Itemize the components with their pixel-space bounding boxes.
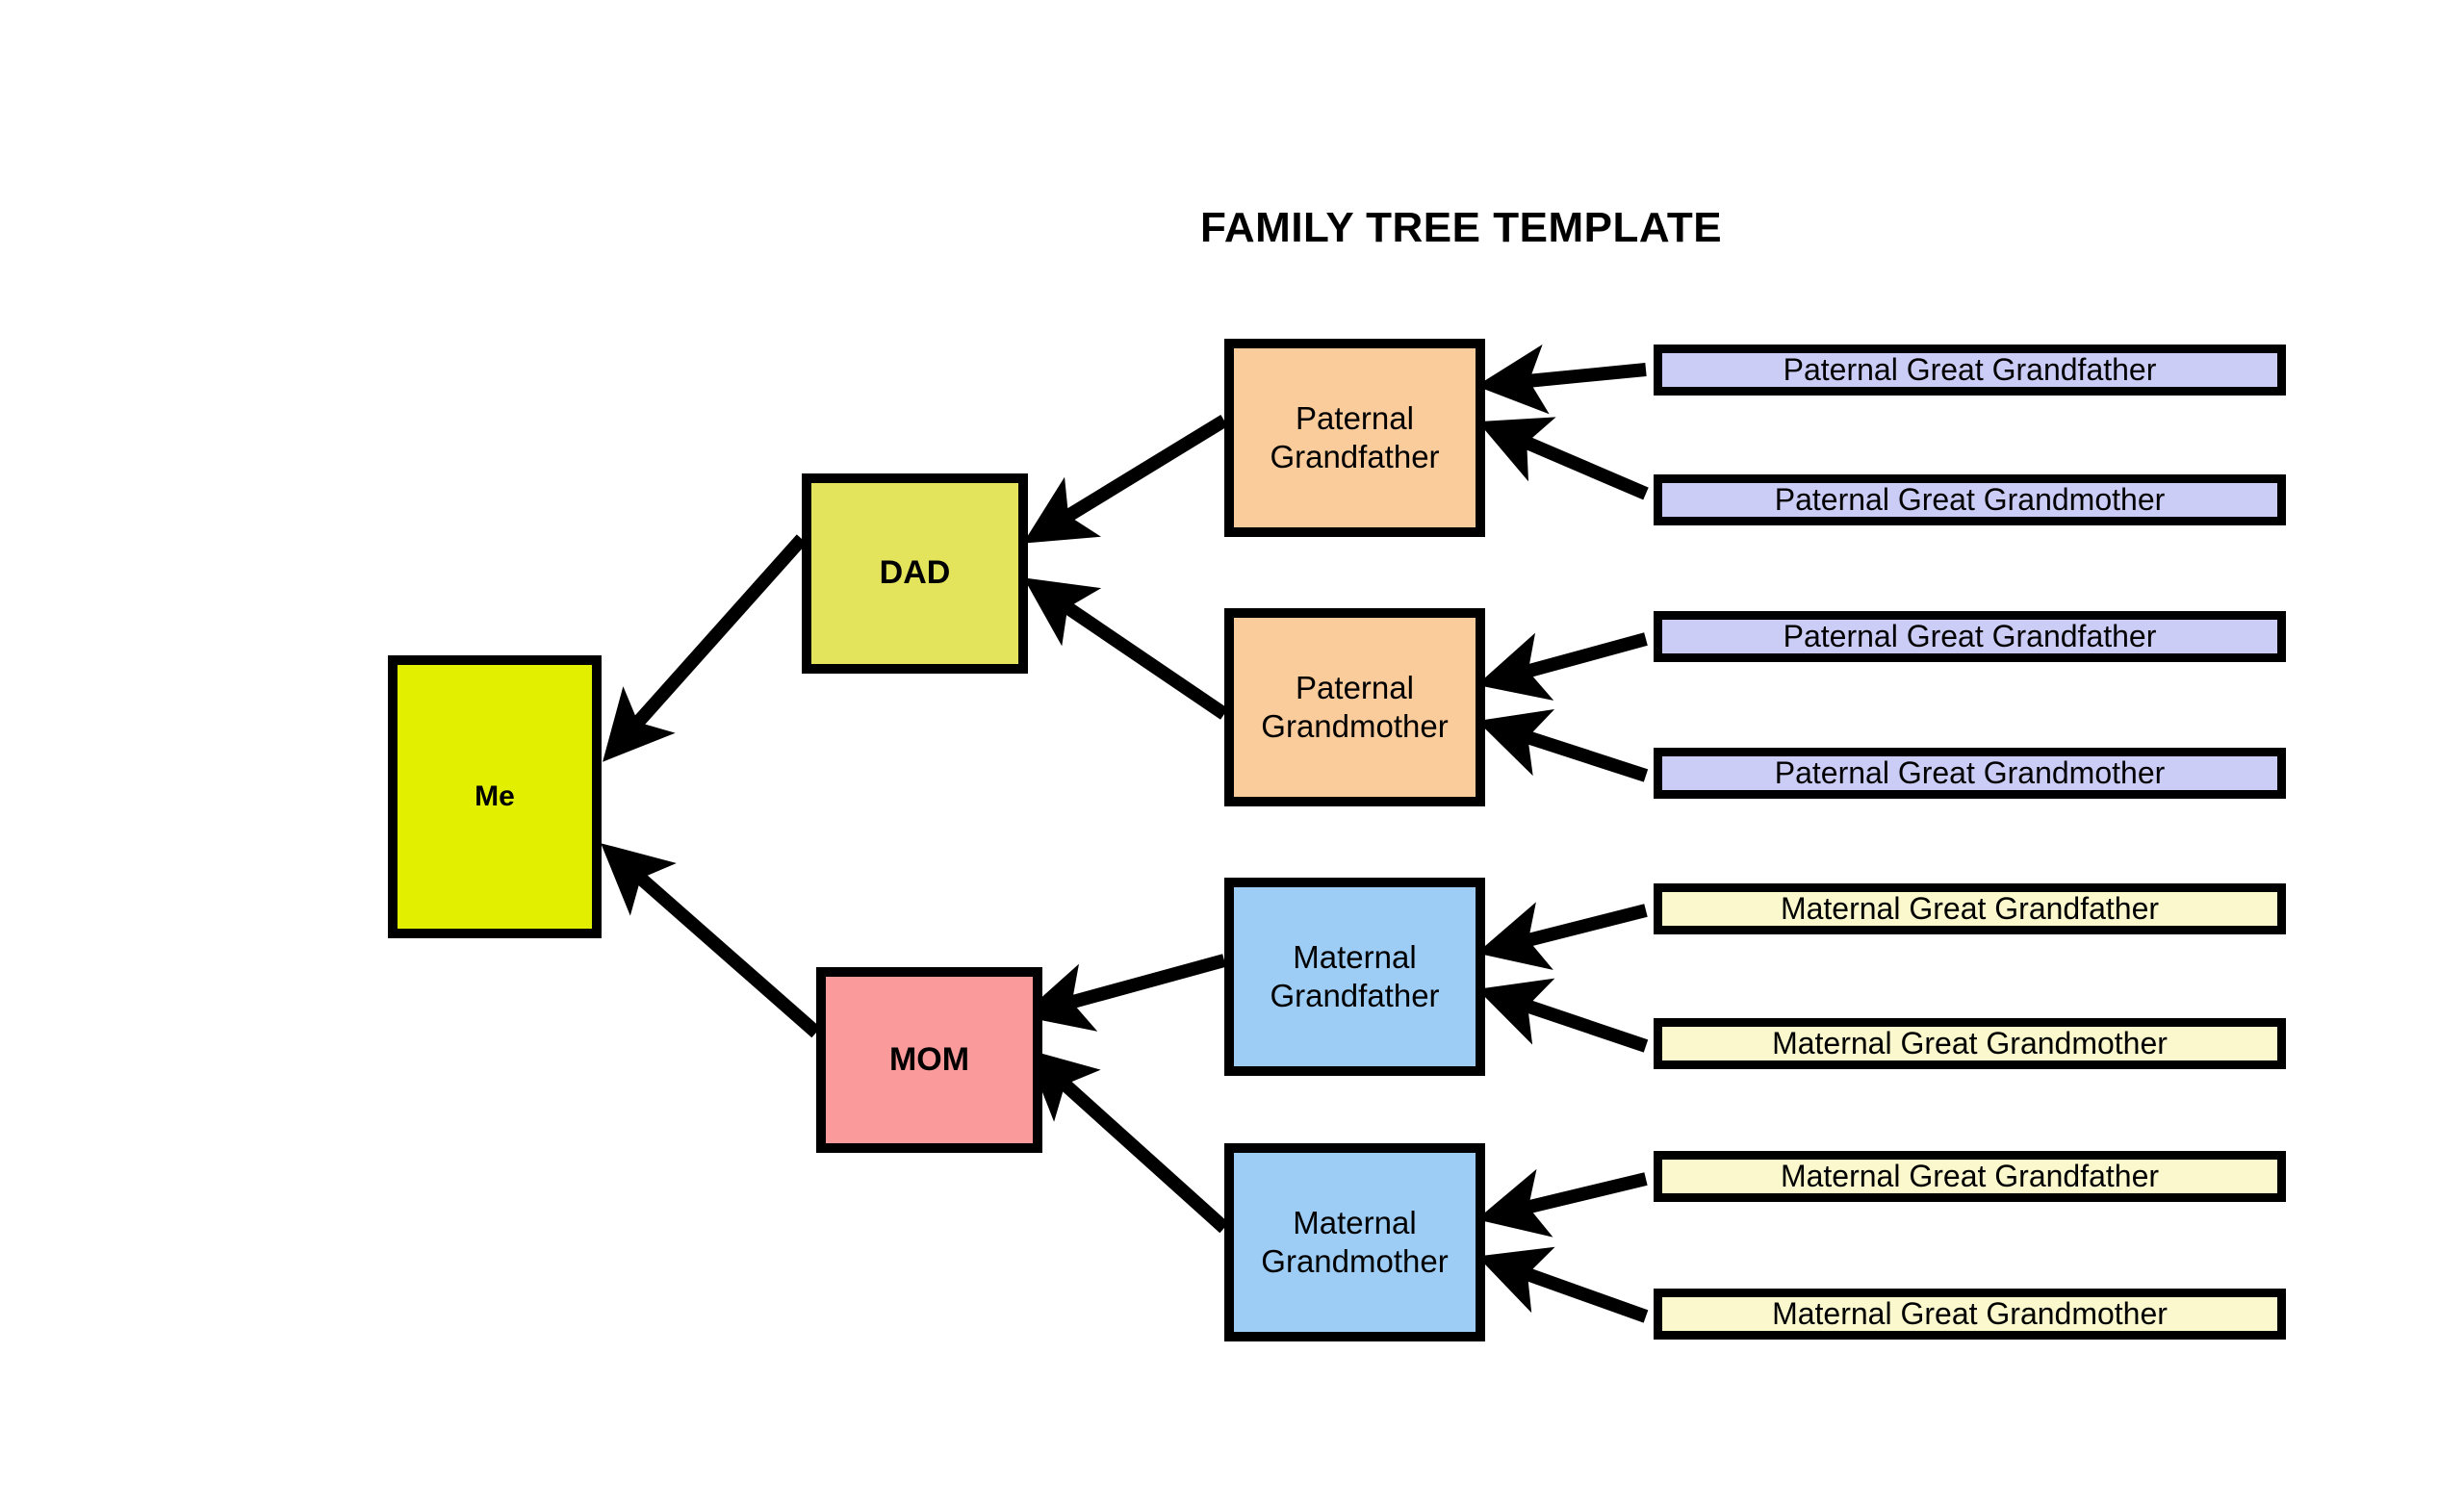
node-dad[interactable]: DAD — [802, 473, 1028, 674]
node-maternal-great-grandmother-1[interactable]: Maternal Great Grandmother — [1654, 1018, 2286, 1069]
node-dad-label: DAD — [879, 554, 951, 592]
node-paternal-grandmother[interactable]: Paternal Grandmother — [1224, 608, 1485, 806]
arrow-pgm-mother-to-pgm — [1476, 708, 1649, 782]
arrow-pgf-to-dad — [1022, 415, 1228, 544]
node-maternal-grandmother-label: Maternal Grandmother — [1261, 1204, 1449, 1279]
node-paternal-grandfather[interactable]: Paternal Grandfather — [1224, 339, 1485, 537]
node-maternal-great-grandfather-1[interactable]: Maternal Great Grandfather — [1654, 883, 2286, 934]
node-paternal-great-grandfather-1[interactable]: Paternal Great Grandfather — [1654, 345, 2286, 396]
node-paternal-great-grandfather-2-label: Paternal Great Grandfather — [1783, 618, 2157, 653]
node-maternal-great-grandfather-2-label: Maternal Great Grandfather — [1780, 1158, 2160, 1193]
node-me[interactable]: Me — [388, 655, 602, 938]
node-maternal-great-grandmother-1-label: Maternal Great Grandmother — [1772, 1025, 2168, 1060]
arrow-pgf-father-to-pgf — [1476, 344, 1647, 415]
arrow-mom-to-me — [601, 843, 821, 1038]
node-paternal-grandfather-label: Paternal Grandfather — [1270, 399, 1440, 474]
family-tree-diagram: FAMILY TREE TEMPLATE Me DAD MOM Paternal… — [0, 0, 2464, 1507]
node-paternal-great-grandfather-1-label: Paternal Great Grandfather — [1783, 351, 2157, 387]
arrow-mgm-to-mom — [1025, 1049, 1229, 1234]
arrow-mgf-father-to-mgf — [1476, 902, 1648, 970]
node-paternal-great-grandmother-2[interactable]: Paternal Great Grandmother — [1654, 748, 2286, 799]
arrow-mgf-mother-to-mgf — [1476, 978, 1649, 1053]
node-maternal-great-grandfather-1-label: Maternal Great Grandfather — [1780, 890, 2160, 926]
arrow-dad-to-me — [603, 534, 808, 762]
arrow-mgf-to-mom — [1020, 954, 1226, 1032]
arrow-pgm-father-to-pgm — [1476, 632, 1648, 701]
node-paternal-grandmother-label: Paternal Grandmother — [1261, 669, 1449, 744]
node-maternal-great-grandmother-2[interactable]: Maternal Great Grandmother — [1654, 1289, 2286, 1340]
node-maternal-grandfather-label: Maternal Grandfather — [1270, 938, 1440, 1013]
node-maternal-grandfather[interactable]: Maternal Grandfather — [1224, 878, 1485, 1076]
arrow-mgm-father-to-mgm — [1476, 1168, 1648, 1238]
arrow-pgm-to-dad — [1023, 577, 1228, 720]
node-maternal-great-grandmother-2-label: Maternal Great Grandmother — [1772, 1295, 2168, 1331]
node-mom[interactable]: MOM — [816, 967, 1042, 1153]
node-maternal-grandmother[interactable]: Maternal Grandmother — [1224, 1143, 1485, 1341]
node-mom-label: MOM — [888, 1040, 970, 1078]
node-paternal-great-grandmother-1[interactable]: Paternal Great Grandmother — [1654, 474, 2286, 525]
node-paternal-great-grandmother-1-label: Paternal Great Grandmother — [1774, 481, 2166, 517]
node-paternal-great-grandfather-2[interactable]: Paternal Great Grandfather — [1654, 611, 2286, 662]
arrow-pgf-mother-to-pgf — [1477, 417, 1649, 500]
node-me-label: Me — [475, 779, 515, 812]
node-paternal-great-grandmother-2-label: Paternal Great Grandmother — [1774, 754, 2166, 790]
arrow-mgm-mother-to-mgm — [1476, 1246, 1649, 1323]
node-maternal-great-grandfather-2[interactable]: Maternal Great Grandfather — [1654, 1151, 2286, 1202]
